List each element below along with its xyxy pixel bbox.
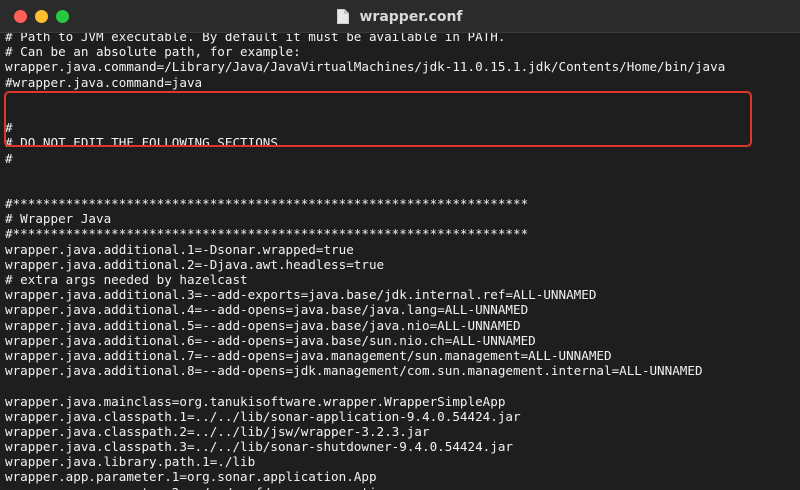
document-icon (337, 9, 350, 24)
window-title-group: wrapper.conf (0, 0, 800, 33)
editor-line: # extra args needed by hazelcast (5, 272, 248, 287)
editor-line: wrapper.java.additional.4=--add-opens=ja… (5, 302, 529, 318)
highlight-annotation-box (4, 91, 752, 147)
editor-line: wrapper.java.classpath.2=../../lib/jsw/w… (5, 423, 430, 439)
editor-line: wrapper.app.parameter.2=../../conf/sonar… (5, 485, 725, 490)
editor-line: wrapper.java.additional.8=--add-opens=jd… (5, 363, 703, 379)
editor-line: wrapper.java.additional.6=--add-opens=ja… (5, 332, 536, 348)
editor-line: #***************************************… (5, 226, 529, 242)
editor-line: wrapper.java.classpath.1=../../lib/sonar… (5, 408, 521, 424)
editor-line: wrapper.java.additional.1=-Dsonar.wrappe… (5, 241, 354, 257)
title-bar: wrapper.conf (0, 0, 800, 33)
editor-line: # Path to JVM executable. By default it … (5, 33, 506, 44)
editor-line: wrapper.java.additional.7=--add-opens=ja… (5, 347, 612, 363)
editor-line: wrapper.java.classpath.3=../../lib/sonar… (5, 439, 513, 455)
editor-line: wrapper.app.parameter.1=org.sonar.applic… (5, 469, 377, 485)
editor-line: wrapper.java.command=/Library/Java/JavaV… (5, 59, 726, 75)
editor-line: wrapper.java.library.path.1=./lib (5, 454, 256, 470)
editor-line: wrapper.java.additional.5=--add-opens=ja… (5, 317, 521, 333)
editor-line: wrapper.java.additional.2=-Djava.awt.hea… (5, 256, 385, 272)
window-title: wrapper.conf (359, 8, 463, 25)
editor-line: #wrapper.java.command=java (5, 74, 203, 90)
editor-line: # Wrapper Java (5, 211, 112, 227)
editor-line: wrapper.java.additional.3=--add-exports=… (5, 287, 597, 303)
editor-line: wrapper.java.mainclass=org.tanukisoftwar… (5, 393, 506, 409)
editor-line: # (5, 150, 13, 166)
text-editor-area[interactable]: # Path to JVM executable. By default it … (0, 33, 800, 490)
editor-line: # Can be an absolute path, for example: (5, 44, 301, 60)
terminal-window: wrapper.conf # Path to JVM executable. B… (0, 0, 800, 490)
editor-line: #***************************************… (5, 196, 529, 212)
